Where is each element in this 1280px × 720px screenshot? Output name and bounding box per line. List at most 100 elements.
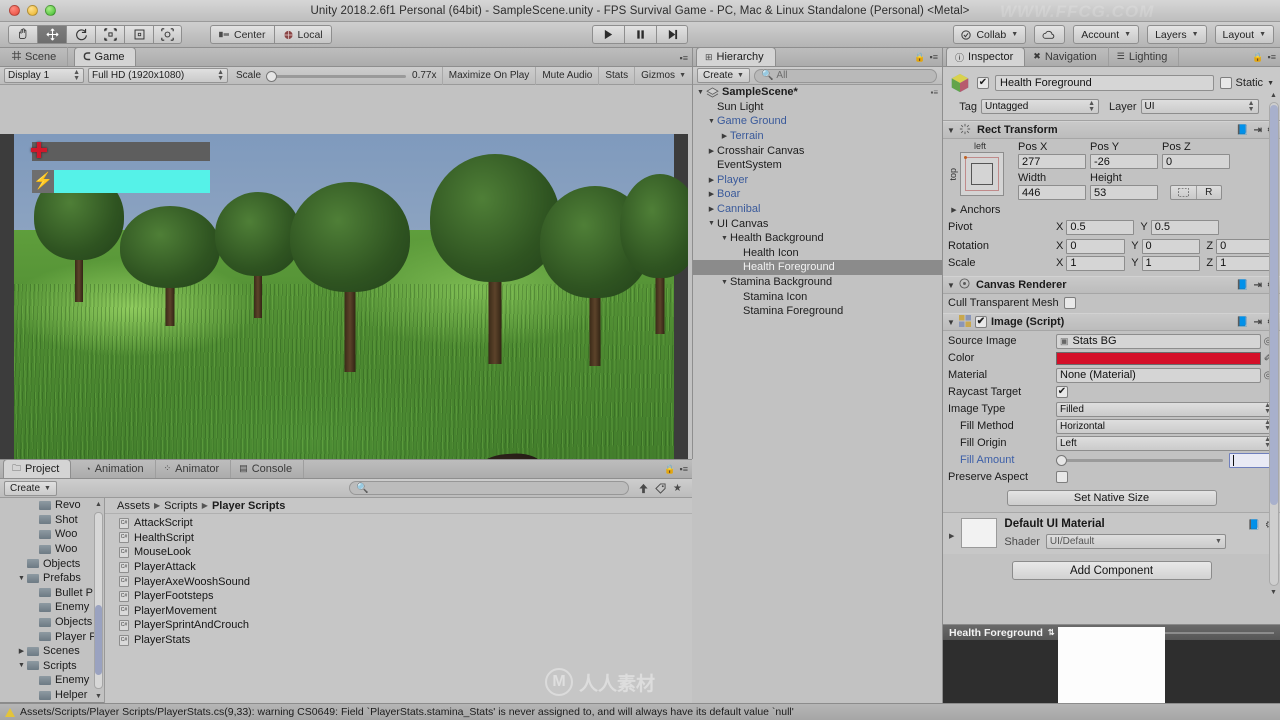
lock-icon[interactable]: 🔒 — [1252, 52, 1263, 63]
collab-button[interactable]: Collab ▼ — [953, 25, 1027, 44]
project-folder-item[interactable]: Helper — [0, 688, 104, 703]
tab-hierarchy[interactable]: ⊞ Hierarchy — [696, 47, 776, 66]
gameobject-active-checkbox[interactable] — [977, 77, 989, 89]
account-button[interactable]: Account ▼ — [1073, 25, 1140, 44]
raycast-target-checkbox[interactable] — [1056, 386, 1068, 398]
step-button[interactable] — [656, 25, 688, 44]
foldout-arrow[interactable]: ▶ — [16, 647, 27, 655]
blueprint-raw-toggle[interactable]: R — [1170, 185, 1222, 200]
project-create-button[interactable]: Create ▼ — [4, 480, 57, 496]
status-bar[interactable]: Assets/Scripts/Player Scripts/PlayerStat… — [0, 703, 1280, 720]
hierarchy-item-stamina-background[interactable]: ▼ Stamina Background — [693, 275, 942, 290]
hierarchy-item-health-icon[interactable]: Health Icon — [693, 246, 942, 261]
canvas-renderer-header[interactable]: ▼ Canvas Renderer 📘 ⇥ ⚙ — [943, 276, 1280, 294]
pos-x-input[interactable]: 277 — [1018, 154, 1086, 169]
image-script-header[interactable]: ▼ Image (Script) 📘 ⇥ ⚙ — [943, 313, 1280, 331]
breadcrumb-item-0[interactable]: Assets — [117, 500, 150, 512]
hierarchy-item-health-foreground[interactable]: Health Foreground — [693, 260, 942, 275]
hierarchy-item-terrain[interactable]: ▶ Terrain — [693, 129, 942, 144]
tab-game[interactable]: ᑕ Game — [74, 47, 137, 66]
static-toggle[interactable]: Static ▼ — [1219, 77, 1274, 89]
scale-slider[interactable] — [266, 70, 407, 82]
scene-options-icon[interactable]: ▪≡ — [930, 88, 938, 97]
hierarchy-item-stamina-icon[interactable]: Stamina Icon — [693, 289, 942, 304]
project-search-input[interactable]: 🔍 — [349, 481, 629, 495]
hierarchy-item-stamina-foreground[interactable]: Stamina Foreground — [693, 304, 942, 319]
project-file-item[interactable]: C# PlayerAttack — [105, 560, 692, 575]
mute-audio-toggle[interactable]: Mute Audio — [535, 66, 598, 85]
height-input[interactable]: 53 — [1090, 185, 1158, 200]
gizmos-dropdown[interactable]: Gizmos — [634, 66, 679, 85]
preset-icon[interactable]: ⇥ — [1254, 280, 1262, 291]
breadcrumb-item-2[interactable]: Player Scripts — [212, 500, 285, 512]
breadcrumb[interactable]: Assets ▶ Scripts ▶ Player Scripts — [105, 498, 692, 514]
image-type-dropdown[interactable]: Filled ▲ ▼ — [1056, 401, 1275, 417]
foldout-arrow[interactable]: ▼ — [719, 235, 730, 242]
hierarchy-search-input[interactable]: 🔍 All — [753, 68, 937, 83]
foldout-arrow[interactable]: ▼ — [719, 279, 730, 286]
hierarchy-panel-menu[interactable]: 🔒 ▪≡ — [914, 52, 938, 63]
filter-by-type-icon[interactable] — [635, 481, 652, 496]
preset-icon[interactable]: ⇥ — [1254, 317, 1262, 328]
play-button[interactable] — [592, 25, 624, 44]
project-folder-item[interactable]: ▼ Scripts — [0, 659, 104, 674]
tab-animation[interactable]: ◔ Animation — [77, 459, 156, 478]
material-field[interactable]: None (Material) — [1056, 367, 1261, 383]
foldout-arrow[interactable]: ▼ — [16, 662, 27, 669]
tab-inspector[interactable]: ⓘ Inspector — [946, 47, 1026, 66]
panel-options-icon[interactable]: ▪≡ — [930, 52, 938, 63]
color-swatch[interactable] — [1056, 351, 1261, 365]
hand-tool-button[interactable] — [8, 25, 37, 44]
scale-y-input[interactable]: 1 — [1141, 255, 1201, 271]
layout-button[interactable]: Layout ▼ — [1214, 25, 1274, 44]
scrollbar-thumb[interactable] — [1270, 105, 1278, 505]
filter-by-label-icon[interactable] — [652, 481, 669, 496]
pos-z-input[interactable]: 0 — [1162, 154, 1230, 169]
inspector-scrollbar[interactable]: ▲ ▼ — [1269, 89, 1279, 599]
fill-amount-slider-knob[interactable] — [1056, 454, 1067, 466]
hierarchy-item-health-background[interactable]: ▼ Health Background — [693, 231, 942, 246]
book-icon[interactable]: 📘 — [1236, 280, 1248, 291]
tab-navigation[interactable]: ✖ Navigation — [1025, 47, 1109, 66]
lock-icon[interactable]: 🔒 — [664, 464, 675, 475]
project-folder-item[interactable]: ▶ Scenes — [0, 644, 104, 659]
transform-tools-group[interactable] — [8, 25, 182, 44]
game-panel-menu[interactable]: ▪≡ — [680, 53, 688, 63]
rotate-tool-button[interactable] — [66, 25, 95, 44]
scale-tool-button[interactable] — [95, 25, 124, 44]
foldout-arrow[interactable]: ▶ — [706, 147, 717, 155]
hierarchy-item-sun-light[interactable]: Sun Light — [693, 100, 942, 115]
project-folder-item[interactable]: Player P — [0, 629, 104, 644]
project-file-item[interactable]: C# MouseLook — [105, 545, 692, 560]
cull-transparent-mesh-checkbox[interactable] — [1063, 297, 1076, 309]
project-file-item[interactable]: C# PlayerFootsteps — [105, 589, 692, 604]
panel-options-icon[interactable]: ▪≡ — [1268, 52, 1276, 63]
foldout-arrow[interactable]: ▼ — [947, 126, 959, 135]
project-folder-item[interactable]: Woo — [0, 527, 104, 542]
hierarchy-item-ui-canvas[interactable]: ▼ UI Canvas — [693, 216, 942, 231]
tab-project[interactable]: 🗀 Project — [3, 459, 72, 478]
preset-icon[interactable]: ⇥ — [1254, 125, 1262, 136]
foldout-arrow[interactable]: ▼ — [695, 89, 706, 96]
panel-options-icon[interactable]: ▪≡ — [680, 53, 688, 63]
space-mode-button[interactable]: Local — [273, 25, 332, 44]
chevron-down-icon[interactable]: ▼ — [679, 72, 692, 79]
transform-tool-button[interactable] — [153, 25, 182, 44]
rot-z-input[interactable]: 0 — [1216, 238, 1275, 254]
width-input[interactable]: 446 — [1018, 185, 1086, 200]
rot-y-input[interactable]: 0 — [1141, 238, 1201, 254]
maximize-on-play-toggle[interactable]: Maximize On Play — [441, 66, 536, 85]
project-folder-item[interactable]: Objects — [0, 615, 104, 630]
layers-button[interactable]: Layers ▼ — [1147, 25, 1207, 44]
folder-scroll-up-arrow[interactable]: ▲ — [94, 498, 103, 511]
pause-button[interactable] — [624, 25, 656, 44]
hierarchy-root-row[interactable]: ▼ SampleScene* ▪≡ — [693, 85, 942, 100]
scrollbar-thumb[interactable] — [95, 605, 102, 675]
breadcrumb-item-1[interactable]: Scripts — [164, 500, 198, 512]
folder-scroll-down-arrow[interactable]: ▼ — [94, 690, 103, 703]
lock-icon[interactable]: 🔒 — [914, 52, 925, 63]
project-panel-menu[interactable]: 🔒 ▪≡ — [664, 464, 688, 475]
foldout-arrow[interactable]: ▼ — [947, 281, 959, 290]
foldout-arrow[interactable]: ▼ — [706, 220, 717, 227]
project-file-item[interactable]: C# PlayerAxeWooshSound — [105, 574, 692, 589]
